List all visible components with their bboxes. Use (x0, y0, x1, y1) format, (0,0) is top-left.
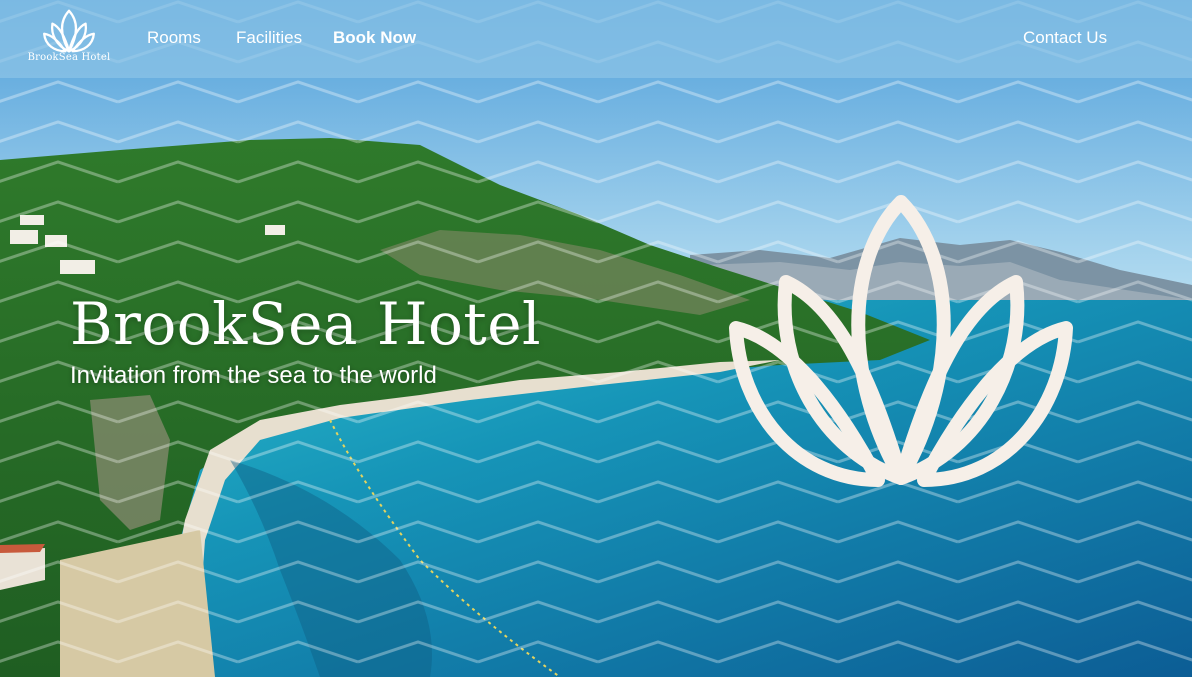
nav-rooms-link[interactable]: Rooms (147, 28, 201, 48)
brand-logo-link[interactable]: BrookSea Hotel (26, 8, 112, 68)
nav-contact-us-link[interactable]: Contact Us (1023, 28, 1107, 48)
hero-title: BrookSea Hotel (70, 290, 542, 358)
hero-subtitle: Invitation from the sea to the world (70, 362, 437, 389)
brand-name: BrookSea Hotel (27, 52, 111, 63)
nav-facilities-link[interactable]: Facilities (236, 28, 302, 48)
top-navbar: BrookSea Hotel Rooms Facilities Book Now… (0, 0, 1192, 78)
lotus-emblem-icon (729, 195, 1073, 487)
lotus-icon (43, 9, 95, 53)
nav-book-now-link[interactable]: Book Now (333, 28, 416, 48)
